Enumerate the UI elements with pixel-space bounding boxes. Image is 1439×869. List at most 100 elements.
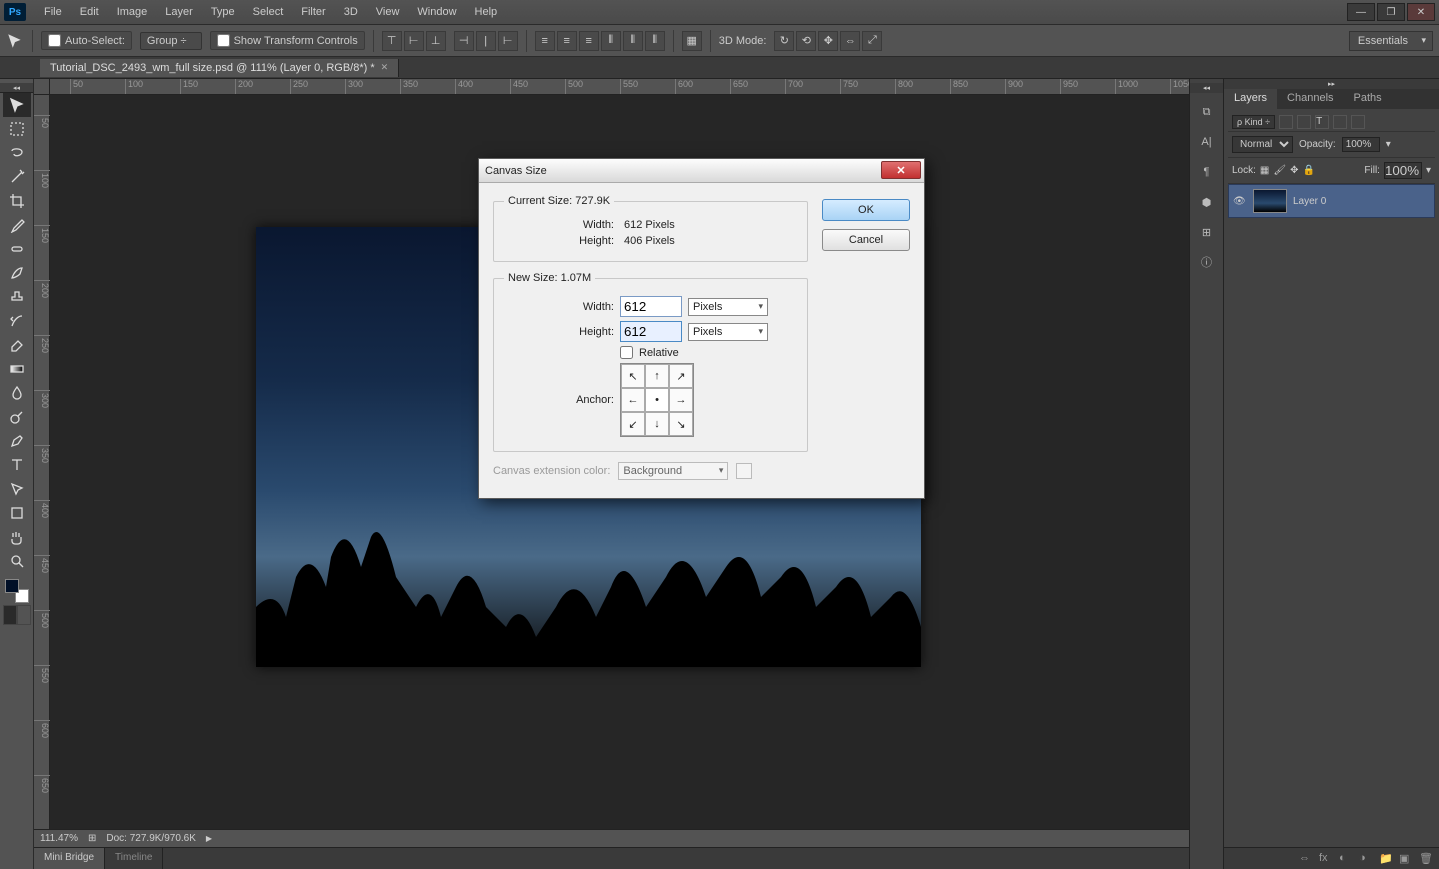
type-tool[interactable] [3, 453, 31, 477]
heal-tool[interactable] [3, 237, 31, 261]
dist-bottom-icon[interactable]: ≡ [579, 31, 599, 51]
slide-icon[interactable]: ⇔ [840, 31, 860, 51]
tab-minibridge[interactable]: Mini Bridge [34, 848, 105, 869]
toolbox-collapse[interactable]: ◂◂ [0, 83, 33, 93]
anchor-nw[interactable]: ↖ [621, 364, 645, 388]
tab-channels[interactable]: Channels [1277, 89, 1343, 109]
filter-shape-icon[interactable] [1333, 115, 1347, 129]
panel-collapse[interactable]: ▸▸ [1224, 79, 1439, 89]
show-transform-checkbox[interactable] [217, 34, 230, 47]
layer-item[interactable]: 👁 Layer 0 [1228, 184, 1435, 218]
link-icon[interactable]: ⇔ [1299, 852, 1313, 866]
ext-color-swatch[interactable] [736, 463, 752, 479]
dodge-tool[interactable] [3, 405, 31, 429]
anchor-e[interactable]: → [669, 388, 693, 412]
fx-icon[interactable]: fx [1319, 852, 1333, 866]
status-flyout-icon[interactable]: ▶ [206, 834, 212, 843]
menu-layer[interactable]: Layer [157, 3, 201, 21]
ruler-vertical[interactable]: 5010015020025030035040045050055060065070… [34, 95, 50, 869]
fg-color[interactable] [5, 579, 19, 593]
stamp-tool[interactable] [3, 285, 31, 309]
zoom-tool[interactable] [3, 549, 31, 573]
lock-trans-icon[interactable]: ▦ [1260, 165, 1269, 176]
filter-kind[interactable]: ρ Kind ÷ [1232, 115, 1275, 129]
dialog-close-button[interactable]: ✕ [881, 161, 921, 179]
dist-left-icon[interactable]: ⦀ [601, 31, 621, 51]
auto-align-icon[interactable]: ▦ [682, 31, 702, 51]
anchor-se[interactable]: ↘ [669, 412, 693, 436]
fill-dropdown-icon[interactable]: ▾ [1426, 165, 1431, 176]
align-right-icon[interactable]: ⊢ [498, 31, 518, 51]
dist-hmid-icon[interactable]: ⦀ [623, 31, 643, 51]
align-top-icon[interactable]: ⊤ [382, 31, 402, 51]
pan-icon[interactable]: ✥ [818, 31, 838, 51]
color-swatch[interactable] [3, 577, 31, 605]
trash-icon[interactable]: 🗑 [1419, 852, 1433, 866]
anchor-n[interactable]: ↑ [645, 364, 669, 388]
anchor-center[interactable]: • [645, 388, 669, 412]
show-transform-check[interactable]: Show Transform Controls [210, 31, 365, 50]
new-layer-icon[interactable]: ▣ [1399, 852, 1413, 866]
opacity-dropdown-icon[interactable]: ▾ [1386, 139, 1391, 150]
tab-layers[interactable]: Layers [1224, 89, 1277, 109]
dialog-titlebar[interactable]: Canvas Size ✕ [479, 159, 924, 183]
cancel-button[interactable]: Cancel [822, 229, 910, 251]
filter-adjust-icon[interactable] [1297, 115, 1311, 129]
properties-icon[interactable]: ⊞ [1196, 221, 1218, 243]
layer-thumbnail[interactable] [1253, 189, 1287, 213]
character-icon[interactable]: A| [1196, 131, 1218, 153]
dist-top-icon[interactable]: ≡ [535, 31, 555, 51]
tab-timeline[interactable]: Timeline [105, 848, 163, 869]
brush-tool[interactable] [3, 261, 31, 285]
lock-all-icon[interactable]: 🔒 [1302, 165, 1314, 176]
dist-right-icon[interactable]: ⦀ [645, 31, 665, 51]
close-button[interactable]: ✕ [1407, 3, 1435, 21]
dist-vmid-icon[interactable]: ≡ [557, 31, 577, 51]
roll-icon[interactable]: ⟲ [796, 31, 816, 51]
new-height-input[interactable] [620, 321, 682, 342]
menu-image[interactable]: Image [109, 3, 156, 21]
expand-icon[interactable]: ⊞ [88, 833, 96, 844]
height-unit-select[interactable]: Pixels [688, 323, 768, 341]
align-hmid-icon[interactable]: | [476, 31, 496, 51]
menu-window[interactable]: Window [409, 3, 464, 21]
adjustment-icon[interactable]: ◑ [1359, 852, 1373, 866]
menu-3d[interactable]: 3D [336, 3, 366, 21]
auto-select-check[interactable]: Auto-Select: [41, 31, 132, 50]
panel-collapse[interactable]: ◂◂ [1190, 83, 1223, 93]
eraser-tool[interactable] [3, 333, 31, 357]
group-icon[interactable]: 📁 [1379, 852, 1393, 866]
quickmask-toggle[interactable] [3, 605, 31, 625]
paragraph-icon[interactable]: ¶ [1196, 161, 1218, 183]
lock-pos-icon[interactable]: ✥ [1290, 165, 1298, 176]
ruler-horizontal[interactable]: 5010015020025030035040045050055060065070… [50, 79, 1189, 95]
layer-name[interactable]: Layer 0 [1293, 196, 1326, 207]
lasso-tool[interactable] [3, 141, 31, 165]
ext-color-select[interactable]: Background [618, 462, 728, 480]
auto-select-checkbox[interactable] [48, 34, 61, 47]
ok-button[interactable]: OK [822, 199, 910, 221]
minimize-button[interactable]: — [1347, 3, 1375, 21]
path-select-tool[interactable] [3, 477, 31, 501]
scale-icon[interactable]: ⤢ [862, 31, 882, 51]
anchor-sw[interactable]: ↙ [621, 412, 645, 436]
width-unit-select[interactable]: Pixels [688, 298, 768, 316]
align-bottom-icon[interactable]: ⊥ [426, 31, 446, 51]
align-left-icon[interactable]: ⊣ [454, 31, 474, 51]
anchor-w[interactable]: ← [621, 388, 645, 412]
move-tool[interactable] [3, 93, 31, 117]
relative-checkbox[interactable] [620, 346, 633, 359]
history-brush-tool[interactable] [3, 309, 31, 333]
crop-tool[interactable] [3, 189, 31, 213]
pen-tool[interactable] [3, 429, 31, 453]
menu-select[interactable]: Select [245, 3, 292, 21]
ruler-origin[interactable] [34, 79, 50, 95]
menu-edit[interactable]: Edit [72, 3, 107, 21]
menu-type[interactable]: Type [203, 3, 243, 21]
zoom-level[interactable]: 111.47% [40, 833, 78, 844]
menu-file[interactable]: File [36, 3, 70, 21]
document-tab[interactable]: Tutorial_DSC_2493_wm_full size.psd @ 111… [40, 59, 399, 77]
filter-smart-icon[interactable] [1351, 115, 1365, 129]
menu-view[interactable]: View [368, 3, 408, 21]
filter-type-icon[interactable]: T [1315, 115, 1329, 129]
